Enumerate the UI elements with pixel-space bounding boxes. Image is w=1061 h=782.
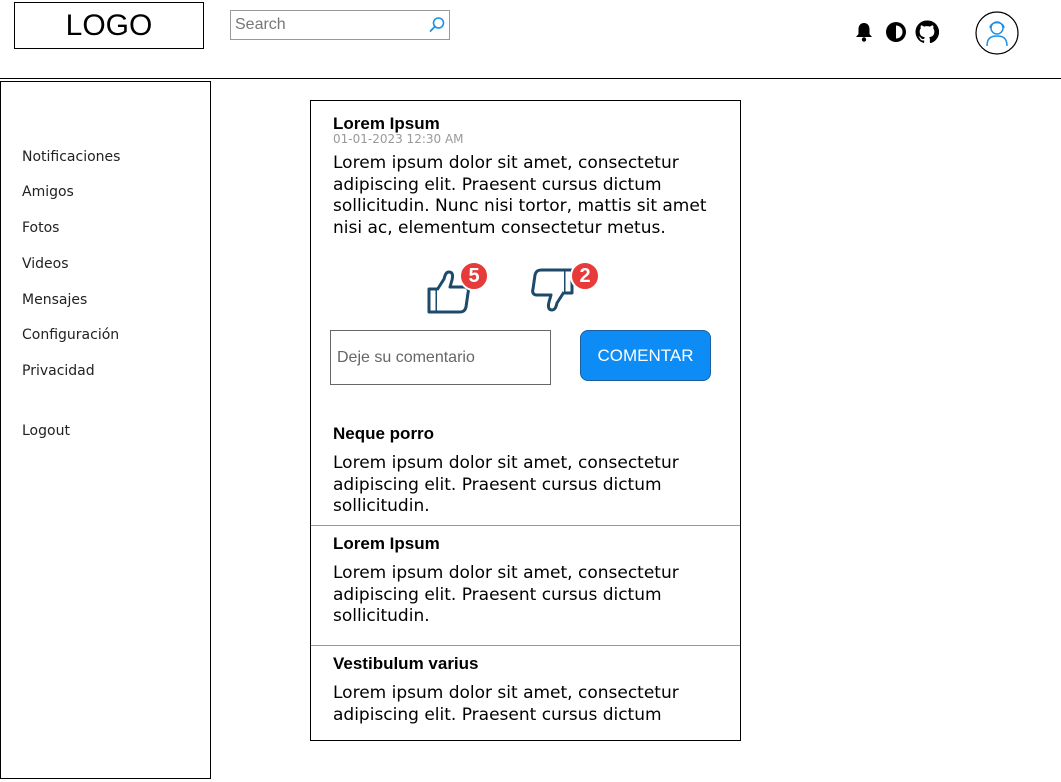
dislike-count-badge: 2 bbox=[570, 261, 600, 291]
search-input[interactable] bbox=[231, 15, 427, 35]
thumbs-down-icon bbox=[531, 268, 574, 312]
like-button[interactable]: 5 bbox=[426, 261, 496, 317]
like-count-badge: 5 bbox=[459, 261, 489, 291]
search-box[interactable] bbox=[230, 10, 450, 40]
user-avatar-icon[interactable] bbox=[975, 11, 1019, 55]
sidebar-item-fotos[interactable]: Fotos bbox=[22, 220, 59, 236]
post-body: Lorem ipsum dolor sit amet, consectetur … bbox=[333, 153, 707, 238]
sidebar-item-mensajes[interactable]: Mensajes bbox=[22, 292, 87, 308]
sidebar-item-configuracion[interactable]: Configuración bbox=[22, 327, 119, 343]
feed-panel: Lorem Ipsum 01-01-2023 12:30 AM Lorem ip… bbox=[310, 100, 741, 741]
comment-input[interactable] bbox=[330, 330, 551, 385]
post-body: Lorem ipsum dolor sit amet, consectetur … bbox=[333, 683, 679, 725]
contrast-icon[interactable] bbox=[884, 20, 908, 44]
post-title: Neque porro bbox=[333, 424, 435, 443]
header-divider bbox=[0, 78, 1061, 79]
post-divider bbox=[311, 525, 740, 526]
dislike-button[interactable]: 2 bbox=[527, 261, 607, 317]
logo[interactable]: LOGO bbox=[14, 2, 204, 49]
sidebar-item-amigos[interactable]: Amigos bbox=[22, 184, 74, 200]
sidebar-item-privacidad[interactable]: Privacidad bbox=[22, 363, 95, 379]
post-body: Lorem ipsum dolor sit amet, consectetur … bbox=[333, 563, 679, 626]
search-icon[interactable] bbox=[428, 16, 446, 34]
post-date: 01-01-2023 12:30 AM bbox=[333, 132, 464, 146]
post-title: Lorem Ipsum bbox=[333, 114, 440, 133]
bell-icon[interactable] bbox=[852, 20, 876, 44]
post-body: Lorem ipsum dolor sit amet, consectetur … bbox=[333, 453, 679, 516]
post-divider bbox=[311, 645, 740, 646]
sidebar-item-videos[interactable]: Videos bbox=[22, 256, 69, 272]
github-icon[interactable] bbox=[915, 20, 939, 44]
sidebar-item-logout[interactable]: Logout bbox=[22, 423, 70, 439]
comment-button[interactable]: COMENTAR bbox=[580, 330, 711, 381]
sidebar-item-notificaciones[interactable]: Notificaciones bbox=[22, 149, 120, 165]
post-title: Vestibulum varius bbox=[333, 654, 479, 673]
post-title: Lorem Ipsum bbox=[333, 534, 440, 553]
